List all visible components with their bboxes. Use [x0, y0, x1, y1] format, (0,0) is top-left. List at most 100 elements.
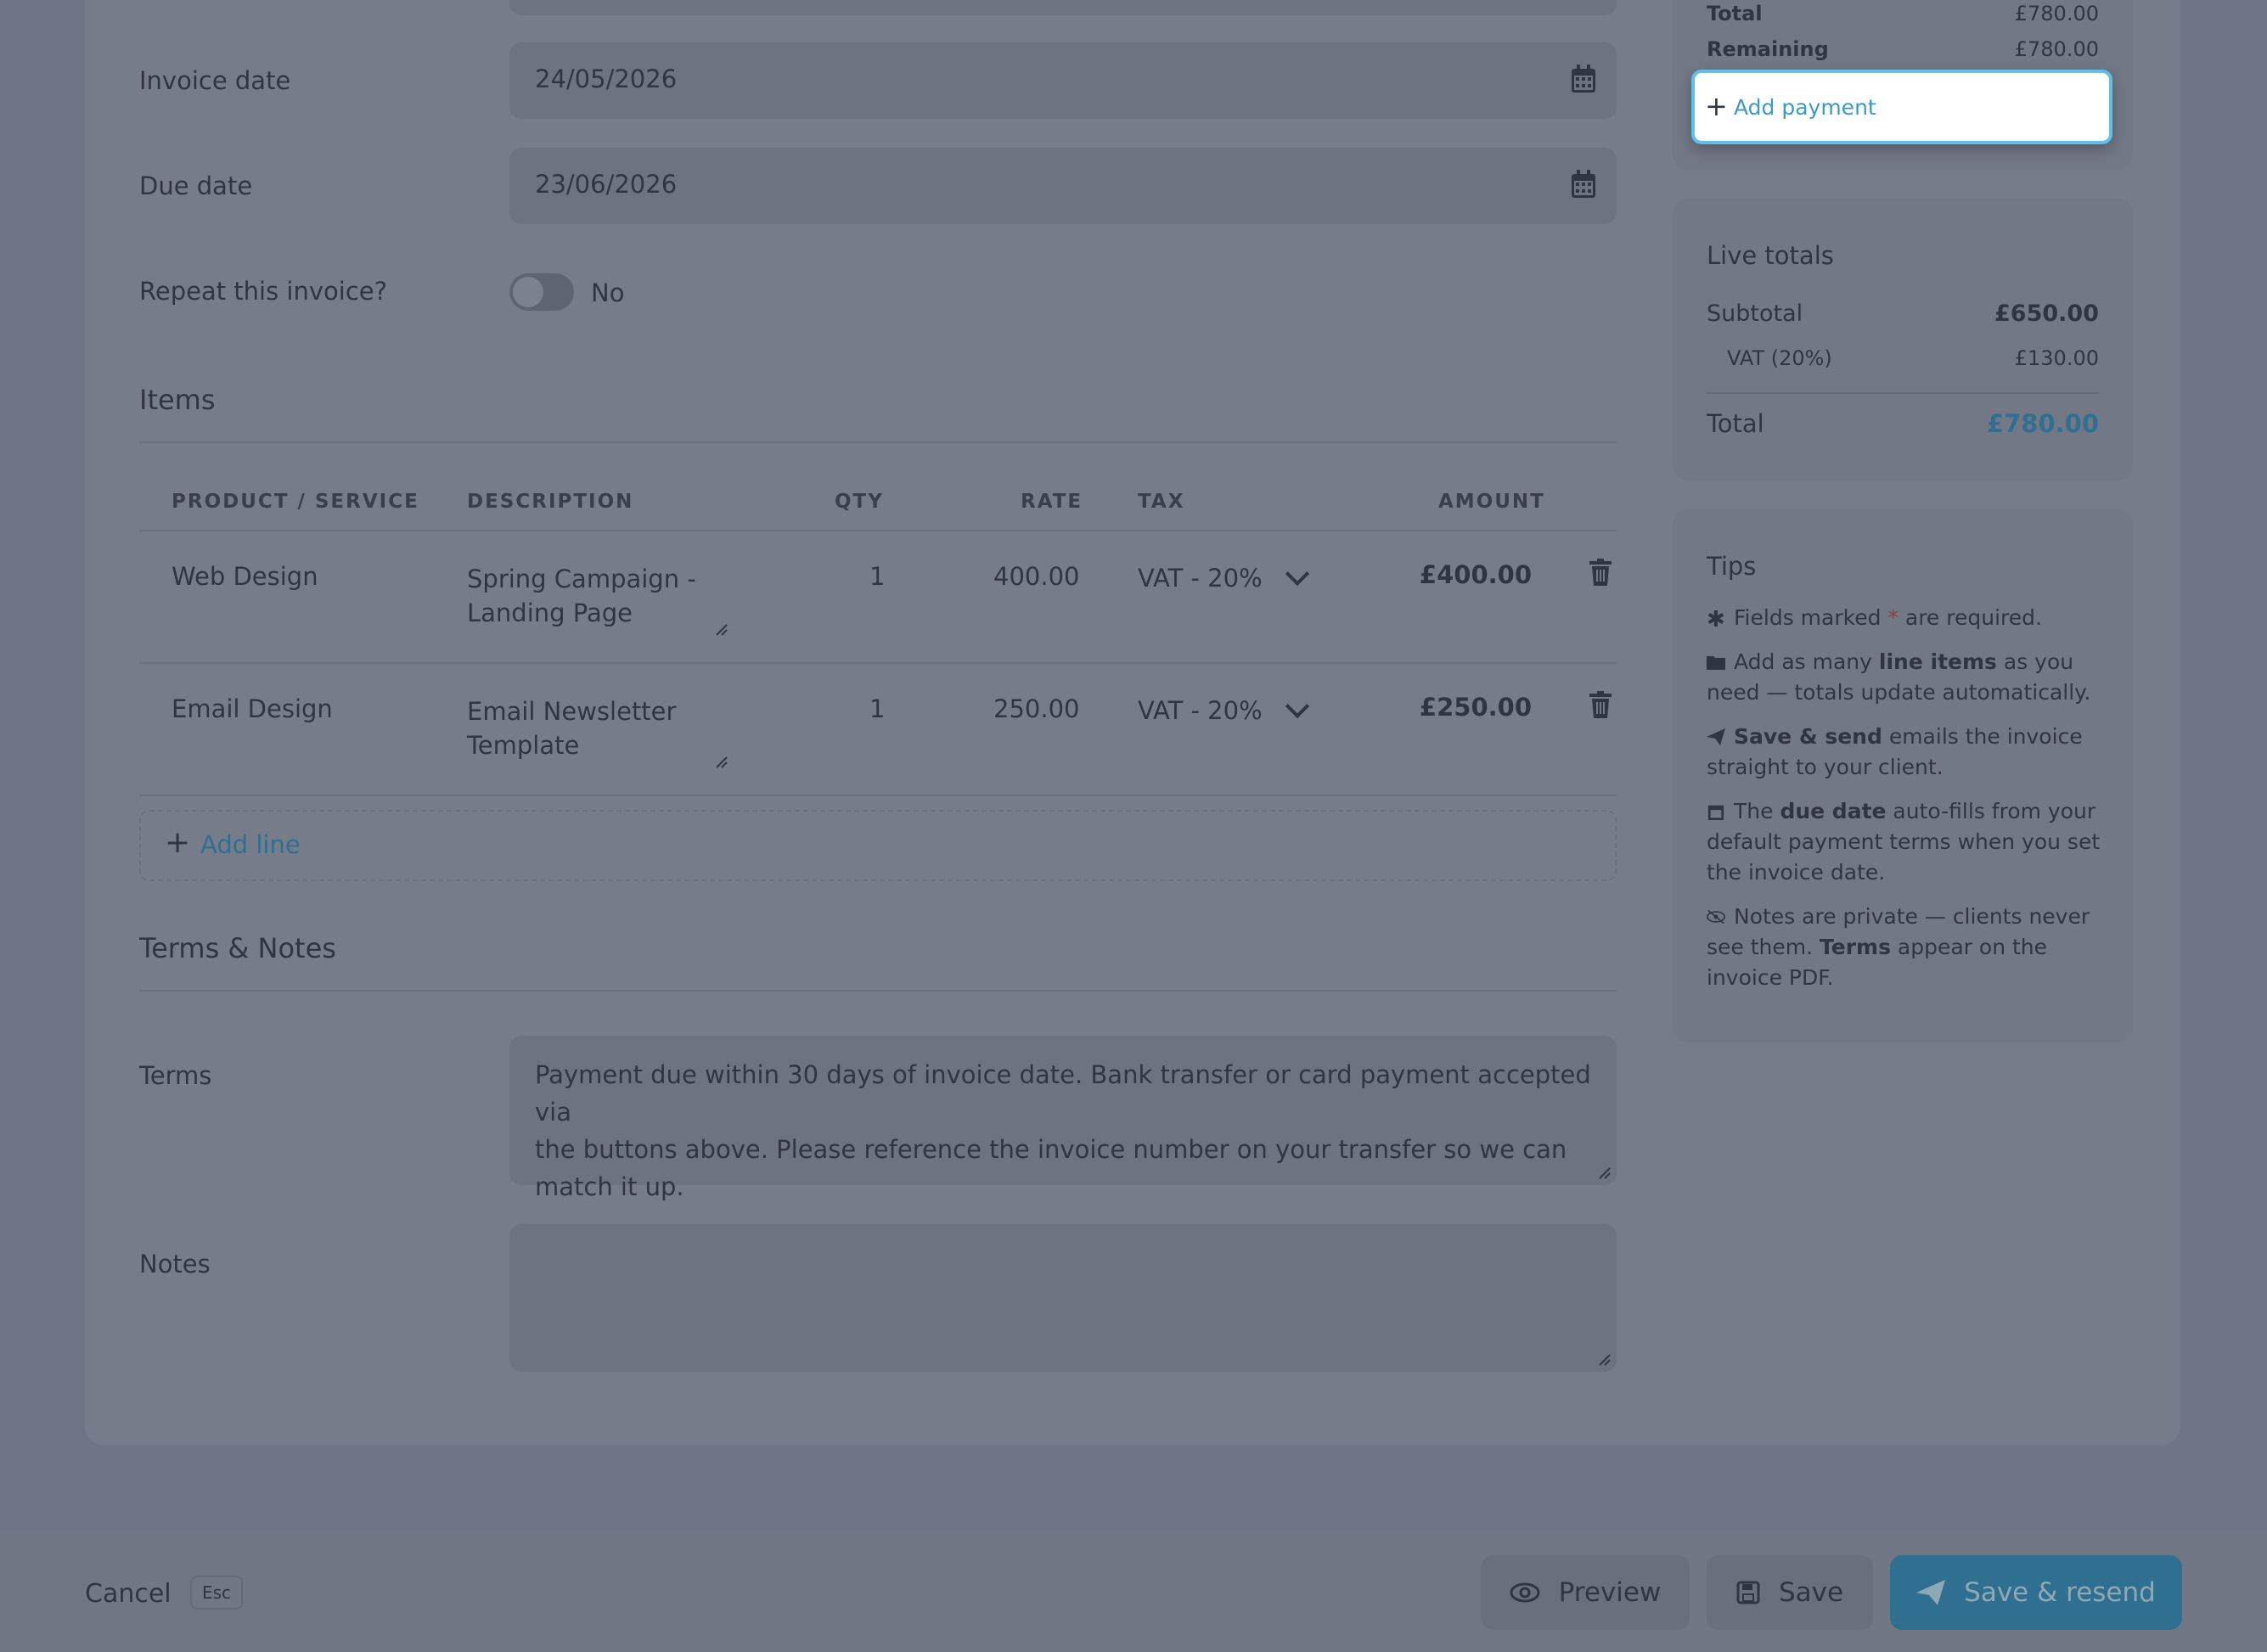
- save-label: Save: [1778, 1577, 1844, 1608]
- add-line-label: Add line: [200, 830, 301, 859]
- terms-textarea[interactable]: Payment due within 30 days of invoice da…: [509, 1036, 1617, 1201]
- trash-icon[interactable]: [1589, 691, 1612, 718]
- due-date-label: Due date: [139, 171, 253, 200]
- due-date-input[interactable]: 23/06/2026: [509, 148, 1617, 224]
- payments-total-label: Total: [1707, 2, 1763, 25]
- notes-textarea[interactable]: [509, 1224, 1617, 1372]
- subtotal-row: Subtotal £650.00: [1707, 301, 2099, 327]
- add-payment-label: Add payment: [1734, 95, 1876, 120]
- col-header-tax: TAX: [1138, 491, 1185, 513]
- tip-save-send: Save & send emails the invoice straight …: [1707, 724, 2083, 779]
- table-header-divider: [139, 530, 1617, 531]
- due-date-value: 23/06/2026: [535, 170, 678, 199]
- invoice-date-label: Invoice date: [139, 66, 291, 95]
- live-total-row: Total £780.00: [1707, 409, 2099, 438]
- rate-cell[interactable]: 250.00: [993, 694, 1079, 723]
- payments-total-row: Total £780.00: [1707, 2, 2099, 25]
- notes-label: Notes: [139, 1250, 211, 1278]
- subtotal-value: £650.00: [1994, 301, 2099, 327]
- resize-handle-icon[interactable]: [1598, 1166, 1612, 1180]
- invoice-date-value: 24/05/2026: [535, 65, 678, 93]
- floppy-icon: [1736, 1581, 1760, 1604]
- add-payment-button[interactable]: + Add payment: [1691, 70, 2112, 144]
- asterisk-icon: ✱: [1707, 607, 1725, 632]
- tip-notes-private: Notes are private — clients never see th…: [1707, 904, 2090, 990]
- payments-remaining-row: Remaining £780.00: [1707, 37, 2099, 61]
- vat-row: VAT (20%) £130.00: [1727, 346, 2099, 370]
- send-icon: [1707, 728, 1725, 745]
- live-totals-card: Live totals Subtotal £650.00 VAT (20%) £…: [1673, 199, 2133, 480]
- tax-select[interactable]: VAT - 20%: [1138, 564, 1263, 593]
- live-total-value: £780.00: [1986, 409, 2099, 438]
- col-header-qty: QTY: [835, 491, 884, 513]
- live-total-label: Total: [1707, 409, 1764, 438]
- resize-handle-icon[interactable]: [715, 623, 728, 637]
- rate-cell[interactable]: 400.00: [993, 562, 1079, 591]
- send-icon: [1916, 1580, 1946, 1605]
- tip-line-items: Add as many line items as you need — tot…: [1707, 649, 2091, 705]
- description-line: Landing Page: [467, 598, 633, 627]
- plus-icon: +: [1705, 90, 1728, 122]
- calendar-icon[interactable]: [1571, 65, 1596, 93]
- items-divider: [139, 441, 1617, 443]
- col-header-amount: AMOUNT: [1438, 491, 1545, 513]
- qty-cell[interactable]: 1: [869, 694, 885, 723]
- tip-required: ✱ Fields marked * are required.: [1707, 605, 2042, 632]
- repeat-state-text: No: [591, 278, 625, 307]
- eye-icon: [1510, 1582, 1540, 1603]
- toggle-knob: [513, 277, 543, 307]
- previous-field[interactable]: [509, 0, 1617, 15]
- plus-icon: +: [165, 825, 191, 860]
- repeat-invoice-label: Repeat this invoice?: [139, 277, 388, 306]
- vat-value: £130.00: [2014, 346, 2099, 370]
- payments-remaining-value: £780.00: [2014, 37, 2099, 61]
- terms-line: the buttons above. Please reference the …: [535, 1135, 1567, 1164]
- tax-select[interactable]: VAT - 20%: [1138, 696, 1263, 725]
- add-line-button[interactable]: + Add line: [139, 810, 1617, 881]
- save-resend-label: Save & resend: [1964, 1577, 2156, 1608]
- save-resend-button[interactable]: Save & resend: [1890, 1555, 2182, 1630]
- invoice-date-input[interactable]: 24/05/2026: [509, 42, 1617, 119]
- terms-notes-title: Terms & Notes: [139, 932, 336, 964]
- col-header-rate: RATE: [1021, 491, 1083, 513]
- esc-key-badge: Esc: [190, 1576, 244, 1610]
- items-section-title: Items: [139, 384, 216, 416]
- description-line: Email Newsletter: [467, 697, 677, 726]
- vat-label: VAT (20%): [1727, 346, 1832, 370]
- terms-divider: [139, 990, 1617, 992]
- qty-cell[interactable]: 1: [869, 562, 885, 591]
- calendar-icon[interactable]: [1571, 170, 1596, 199]
- preview-button[interactable]: Preview: [1481, 1555, 1690, 1630]
- col-header-description: DESCRIPTION: [467, 491, 634, 513]
- tips-card: Tips ✱ Fields marked * are required. Add …: [1673, 509, 2133, 1042]
- trash-icon[interactable]: [1589, 559, 1612, 586]
- subtotal-label: Subtotal: [1707, 301, 1803, 327]
- tips-title: Tips: [1707, 552, 1757, 581]
- folder-icon: [1707, 656, 1725, 670]
- calendar-icon: [1707, 805, 1724, 820]
- save-button[interactable]: Save: [1707, 1555, 1873, 1630]
- row-divider: [139, 662, 1617, 664]
- live-totals-title: Live totals: [1707, 241, 1834, 270]
- live-totals-divider: [1707, 392, 2099, 394]
- eye-slash-icon: [1707, 909, 1725, 924]
- resize-handle-icon[interactable]: [1598, 1353, 1612, 1367]
- amount-cell: £250.00: [1419, 693, 1532, 722]
- description-cell[interactable]: Spring Campaign - Landing Page: [467, 562, 696, 630]
- description-line: Spring Campaign -: [467, 565, 696, 593]
- description-cell[interactable]: Email Newsletter Template: [467, 694, 676, 762]
- resize-handle-icon[interactable]: [715, 756, 728, 769]
- amount-cell: £400.00: [1419, 560, 1532, 589]
- cancel-button[interactable]: Cancel: [85, 1579, 172, 1609]
- row-divider: [139, 795, 1617, 796]
- product-cell[interactable]: Email Design: [172, 694, 333, 723]
- terms-line: match it up.: [535, 1172, 684, 1201]
- col-header-product: PRODUCT / SERVICE: [172, 491, 419, 513]
- description-line: Template: [467, 731, 580, 760]
- terms-line: Payment due within 30 days of invoice da…: [535, 1060, 1591, 1127]
- terms-label: Terms: [139, 1061, 212, 1090]
- product-cell[interactable]: Web Design: [172, 562, 318, 591]
- repeat-toggle[interactable]: [509, 273, 574, 311]
- terms-text: Payment due within 30 days of invoice da…: [535, 1056, 1605, 1205]
- preview-label: Preview: [1558, 1577, 1662, 1608]
